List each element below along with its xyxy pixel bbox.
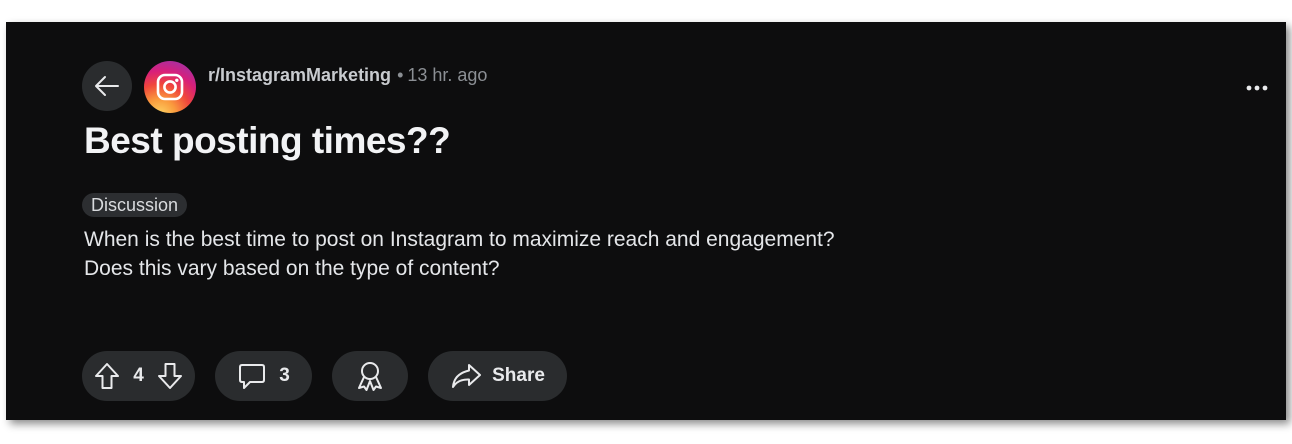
- post-body-line: When is the best time to post on Instagr…: [84, 228, 835, 251]
- instagram-logo-icon: [155, 72, 185, 102]
- comment-count: 3: [279, 365, 290, 386]
- share-label: Share: [492, 365, 545, 386]
- speech-bubble-icon: [237, 361, 267, 391]
- vote-control: 4: [82, 351, 195, 401]
- post-time: 13 hr. ago: [407, 65, 488, 85]
- post-flair[interactable]: Discussion: [82, 193, 188, 217]
- share-button[interactable]: Share: [428, 351, 567, 401]
- award-ribbon-icon: [355, 360, 385, 392]
- comments-button[interactable]: 3: [215, 351, 312, 401]
- post-title: Best posting times??: [84, 120, 451, 161]
- post-body-line: Does this vary based on the type of cont…: [84, 257, 500, 280]
- community-name-link[interactable]: r/InstagramMarketing: [208, 65, 391, 85]
- upvote-icon[interactable]: [94, 362, 120, 390]
- post-meta: r/InstagramMarketing • 13 hr. ago: [208, 64, 487, 86]
- more-options-button[interactable]: [1240, 74, 1274, 102]
- back-button[interactable]: [82, 61, 132, 111]
- post-action-bar: 4 3 Share: [82, 351, 567, 401]
- post-card: r/InstagramMarketing • 13 hr. ago Best pos…: [6, 22, 1286, 420]
- share-arrow-icon: [450, 362, 482, 390]
- community-avatar[interactable]: [144, 61, 196, 113]
- meta-separator: •: [397, 65, 404, 85]
- downvote-icon[interactable]: [157, 362, 183, 390]
- vote-count: 4: [133, 365, 144, 386]
- ellipsis-horizontal-icon: [1246, 85, 1268, 91]
- post-body: When is the best time to post on Instagr…: [84, 225, 835, 283]
- arrow-left-icon: [94, 75, 120, 97]
- award-button[interactable]: [332, 351, 408, 401]
